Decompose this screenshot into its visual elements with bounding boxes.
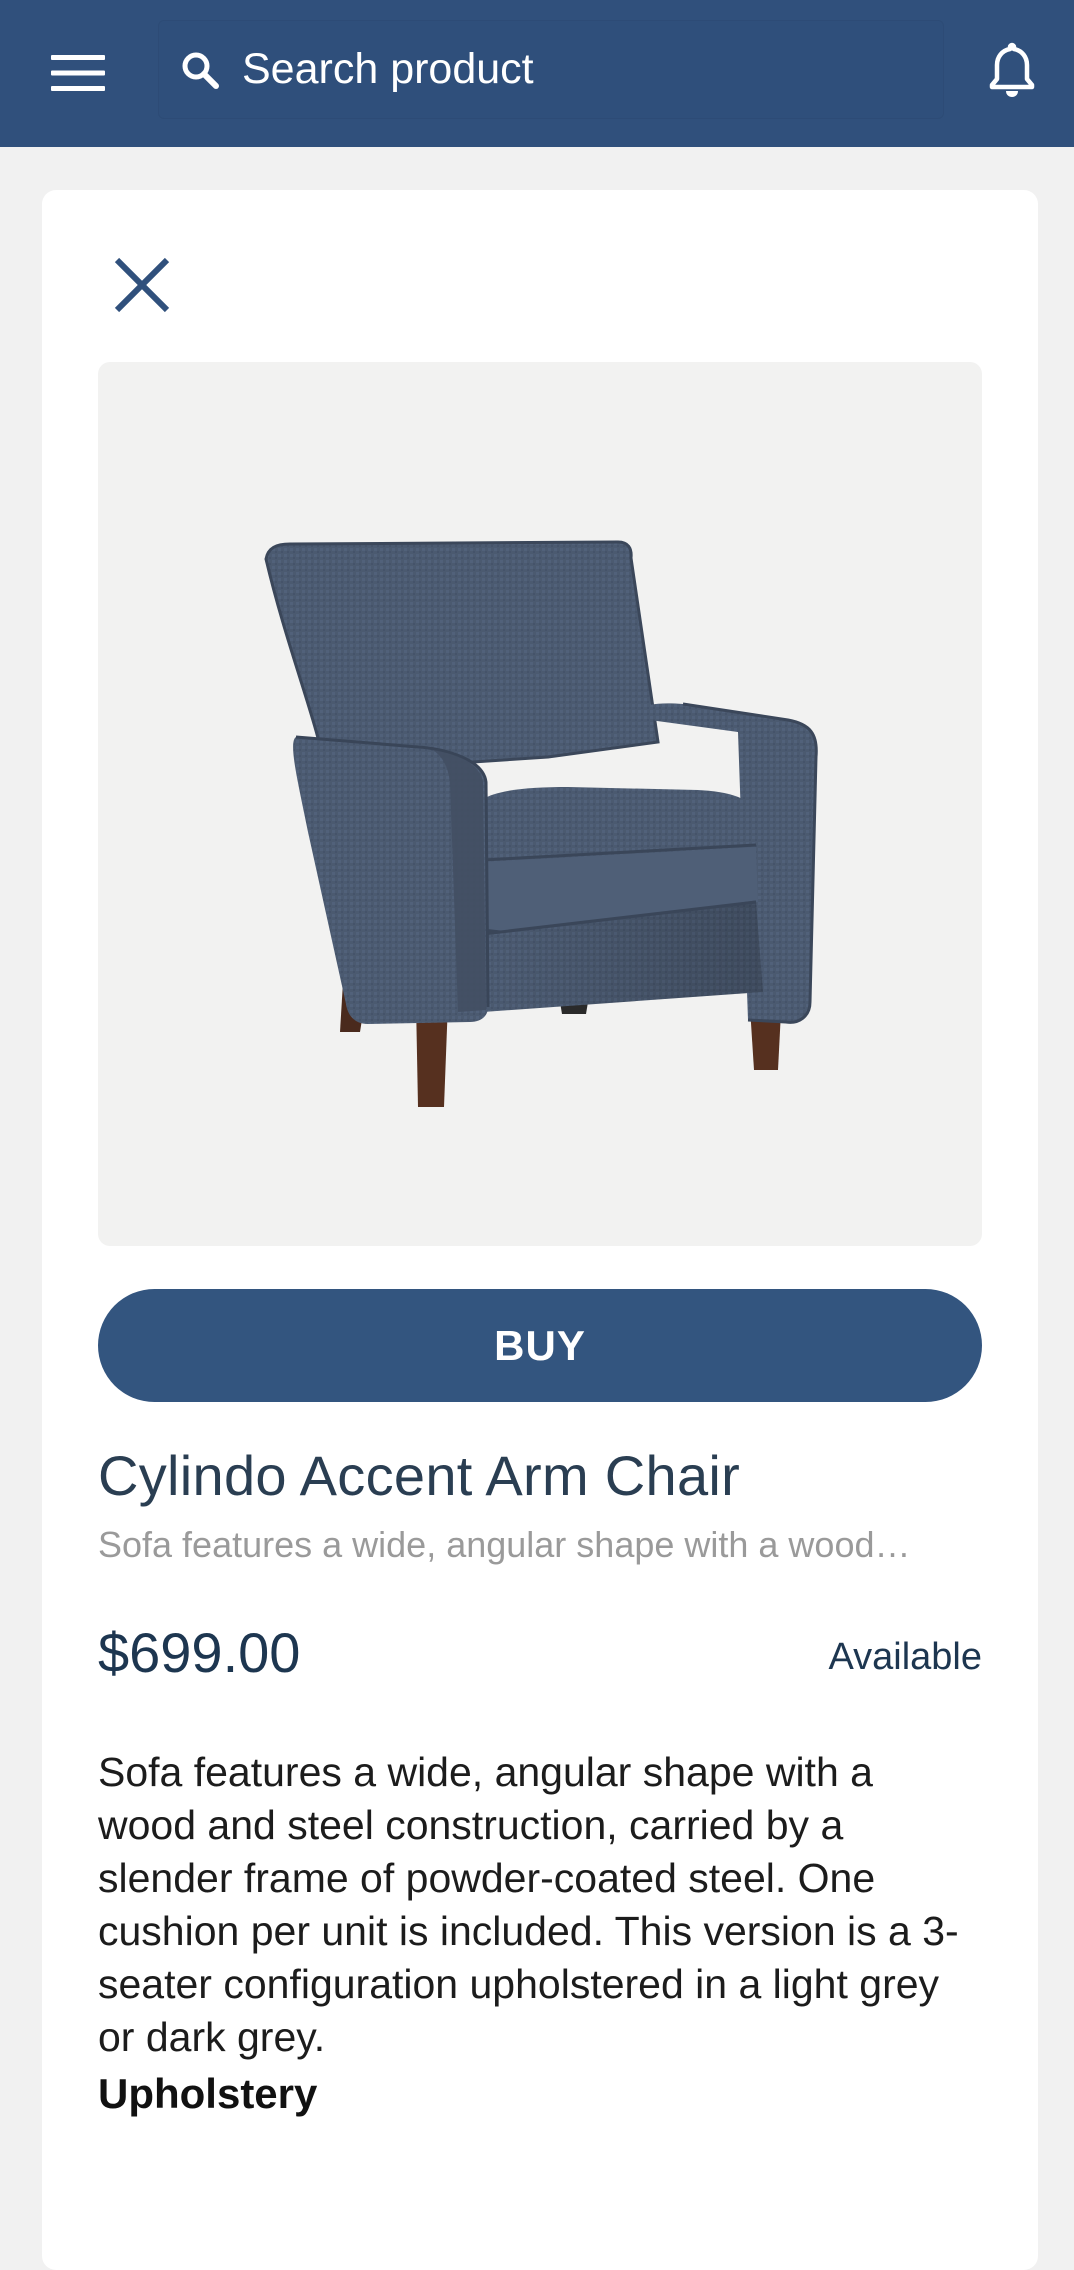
availability-status: Available xyxy=(828,1636,982,1678)
menu-button[interactable] xyxy=(40,38,116,108)
chair-product-image xyxy=(264,540,818,1107)
notifications-button[interactable] xyxy=(980,34,1044,106)
upholstery-heading: Upholstery xyxy=(98,2070,318,2117)
product-detail-card: BUY Cylindo Accent Arm Chair Sofa featur… xyxy=(42,190,1038,2270)
search-icon xyxy=(182,52,219,89)
product-short-description: Sofa features a wide, angular shape with… xyxy=(98,1524,911,1565)
hamburger-menu-icon xyxy=(51,55,105,91)
search-input[interactable] xyxy=(242,20,922,119)
close-button[interactable] xyxy=(102,245,182,325)
buy-button[interactable]: BUY xyxy=(98,1289,982,1402)
top-app-bar xyxy=(0,0,1074,147)
bell-icon xyxy=(989,42,1035,97)
product-price: $699.00 xyxy=(98,1621,301,1684)
search-bar[interactable] xyxy=(158,20,944,119)
product-title: Cylindo Accent Arm Chair xyxy=(98,1444,741,1507)
product-image-container xyxy=(98,362,982,1246)
product-description: Sofa features a wide, angular shape with… xyxy=(98,1749,959,2060)
close-icon xyxy=(114,257,170,313)
